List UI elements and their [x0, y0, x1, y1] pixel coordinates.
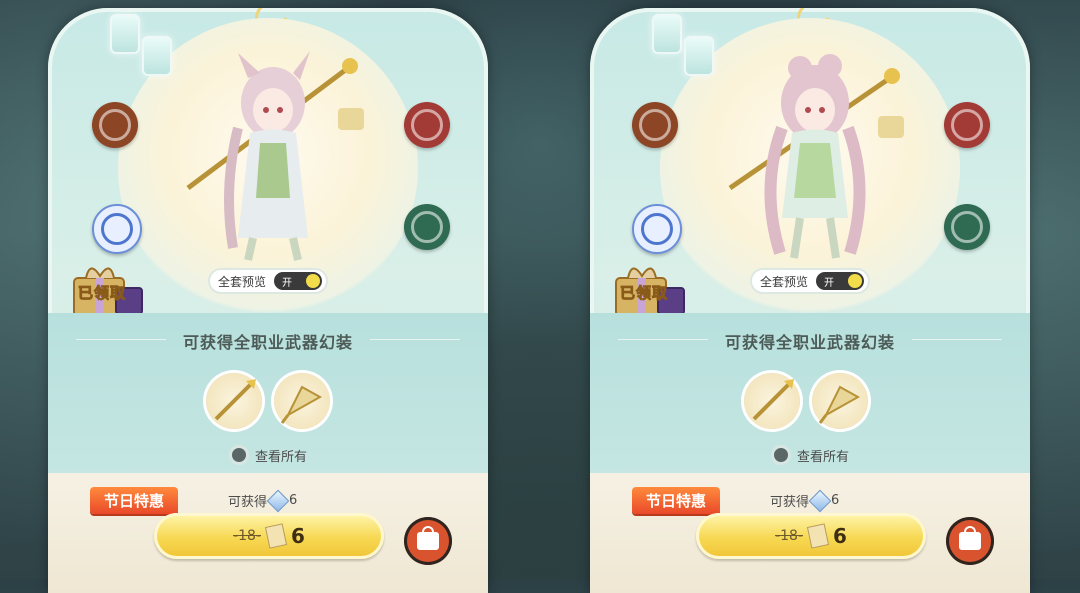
- full-set-preview-label: 全套预览: [760, 274, 809, 289]
- obtain-count: 6: [831, 493, 840, 508]
- gem-icon: [266, 489, 290, 512]
- original-price: -18-: [233, 528, 262, 544]
- view-all-label: 查看所有: [796, 450, 849, 465]
- lantern-icon: [684, 36, 714, 76]
- weapon-skin-section: 可获得全职业武器幻装 查看所有: [48, 313, 488, 473]
- view-all-option[interactable]: 查看所有: [590, 445, 1030, 465]
- clan-emblem-brown-icon[interactable]: [92, 102, 138, 148]
- purchase-section: 节日特惠 可获得 6 -18- 6: [590, 473, 1030, 593]
- full-set-preview-toggle[interactable]: 开: [274, 272, 323, 290]
- sale-price: 6: [833, 524, 847, 548]
- shop-bag-icon: [417, 526, 439, 550]
- full-set-preview-toggle-row: 全套预览 开: [208, 268, 329, 294]
- clan-emblem-red-icon[interactable]: [944, 102, 990, 148]
- view-all-radio[interactable]: [770, 445, 791, 465]
- clan-emblem-green-icon[interactable]: [944, 204, 990, 250]
- clan-emblem-brown-icon[interactable]: [632, 102, 678, 148]
- obtain-reward: 可获得 6: [770, 489, 840, 512]
- obtain-label: 可获得: [228, 495, 268, 510]
- weapon-skin-title: 可获得全职业武器幻装: [590, 329, 1030, 353]
- gem-icon: [808, 489, 832, 512]
- weapon-skin-item-fan[interactable]: [274, 373, 330, 429]
- clan-emblem-red-icon[interactable]: [404, 102, 450, 148]
- shop-button[interactable]: [946, 517, 994, 565]
- clan-emblem-green-icon[interactable]: [404, 204, 450, 250]
- weapon-skin-item-spear[interactable]: [206, 373, 262, 429]
- festival-sale-badge: 节日特惠: [90, 487, 179, 514]
- weapon-skin-item-fan[interactable]: [812, 373, 868, 429]
- toggle-state-label: 开: [282, 277, 293, 289]
- gift-claimed-label: 已领取: [77, 284, 127, 303]
- buy-button[interactable]: -18- 6: [696, 513, 926, 559]
- spear-icon: [752, 379, 794, 421]
- ticket-icon: [264, 523, 288, 549]
- fan-icon: [280, 385, 323, 424]
- obtain-label: 可获得: [770, 495, 810, 510]
- original-price: -18-: [775, 528, 804, 544]
- full-set-preview-toggle-row: 全套预览 开: [750, 268, 871, 294]
- costume-panel-right: 全套预览 开 已领取 可获得全职业武器幻装 查看所有 节日特惠 可获得 6 -1…: [590, 8, 1030, 593]
- weapon-skin-item-spear[interactable]: [744, 373, 800, 429]
- fan-icon: [818, 385, 861, 424]
- obtain-count: 6: [289, 493, 298, 508]
- clan-emblem-blue-icon[interactable]: [632, 204, 682, 254]
- festival-sale-badge: 节日特惠: [632, 487, 721, 514]
- lantern-icon: [652, 14, 682, 54]
- full-set-preview-label: 全套预览: [218, 274, 267, 289]
- gift-claimed-label: 已领取: [619, 284, 669, 303]
- view-all-option[interactable]: 查看所有: [48, 445, 488, 465]
- toggle-knob: [306, 274, 321, 288]
- buy-button[interactable]: -18- 6: [154, 513, 384, 559]
- sale-price: 6: [291, 524, 305, 548]
- ticket-icon: [806, 523, 830, 549]
- full-set-preview-toggle[interactable]: 开: [816, 272, 865, 290]
- toggle-knob: [848, 274, 863, 288]
- character-costume-preview: [186, 51, 364, 261]
- view-all-radio[interactable]: [228, 445, 249, 465]
- purchase-section: 节日特惠 可获得 6 -18- 6: [48, 473, 488, 593]
- toggle-state-label: 开: [824, 277, 835, 289]
- weapon-skin-title: 可获得全职业武器幻装: [48, 329, 488, 353]
- obtain-reward: 可获得 6: [228, 489, 298, 512]
- weapon-skin-section: 可获得全职业武器幻装 查看所有: [590, 313, 1030, 473]
- lantern-icon: [142, 36, 172, 76]
- lantern-icon: [110, 14, 140, 54]
- spear-icon: [214, 379, 256, 421]
- shop-button[interactable]: [404, 517, 452, 565]
- view-all-label: 查看所有: [254, 450, 307, 465]
- character-costume-preview: [728, 54, 904, 259]
- clan-emblem-blue-icon[interactable]: [92, 204, 142, 254]
- costume-panel-left: 全套预览 开 已领取 可获得全职业武器幻装 查看所有 节日特惠 可获得 6 -1…: [48, 8, 488, 593]
- shop-bag-icon: [959, 526, 981, 550]
